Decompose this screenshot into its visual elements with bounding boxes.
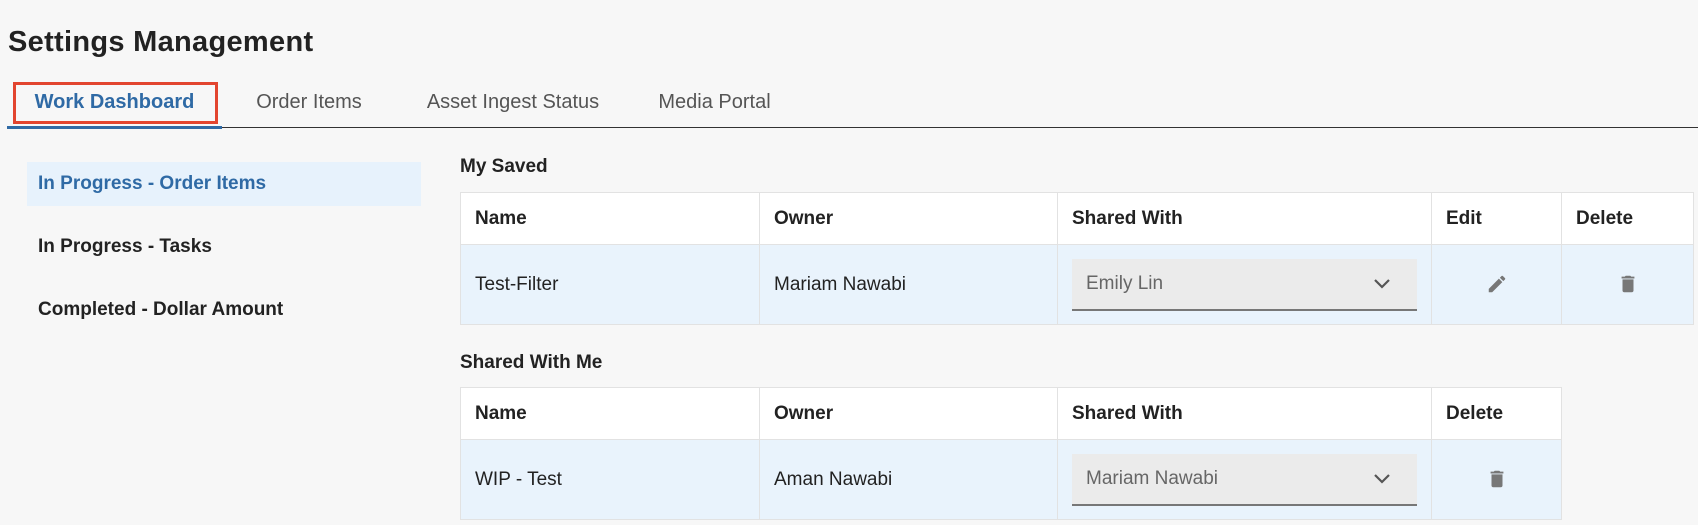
sidebar-item-in-progress-tasks[interactable]: In Progress - Tasks [27,225,421,269]
column-header-name: Name [460,192,760,245]
row-delete-cell [1561,244,1694,325]
tab-bar: Work Dashboard Order Items Asset Ingest … [7,82,1698,129]
row-shared-with-cell: Emily Lin [1057,244,1432,325]
table-row: Test-Filter Mariam Nawabi Emily Lin [460,244,1694,325]
column-header-owner: Owner [759,387,1058,440]
row-shared-with-cell: Mariam Nawabi [1057,439,1432,520]
sidebar-item-in-progress-order-items[interactable]: In Progress - Order Items [27,162,421,206]
shared-with-me-title: Shared With Me [460,352,603,373]
trash-icon[interactable] [1617,273,1639,295]
my-saved-title: My Saved [460,156,548,177]
column-header-name: Name [460,387,760,440]
dropdown-value: Mariam Nawabi [1086,467,1218,489]
table-row: WIP - Test Aman Nawabi Mariam Nawabi [460,439,1562,520]
table-header-row: Name Owner Shared With Delete [460,387,1562,440]
row-owner: Mariam Nawabi [759,244,1058,325]
pencil-icon[interactable] [1486,273,1508,295]
sidebar-item-label: In Progress - Tasks [38,236,212,257]
dropdown-value: Emily Lin [1086,272,1164,294]
trash-icon[interactable] [1486,468,1508,490]
sidebar-item-label: In Progress - Order Items [38,173,267,194]
column-header-delete: Delete [1431,387,1562,440]
tab-label: Work Dashboard [34,91,195,113]
tab-label: Media Portal [658,91,771,113]
sidebar: In Progress - Order Items In Progress - … [27,162,421,351]
column-header-shared-with: Shared With [1057,192,1432,245]
shared-with-dropdown[interactable]: Emily Lin [1072,258,1417,311]
column-header-shared-with: Shared With [1057,387,1432,440]
sidebar-item-completed-dollar-amount[interactable]: Completed - Dollar Amount [27,288,421,332]
my-saved-table: Name Owner Shared With Edit Delete Test-… [460,192,1694,325]
page-title: Settings Management [8,26,314,58]
row-name: WIP - Test [460,439,760,520]
row-name: Test-Filter [460,244,760,325]
column-header-delete: Delete [1561,192,1694,245]
active-tab-indicator [7,126,222,129]
column-header-edit: Edit [1431,192,1562,245]
chevron-down-icon [1374,473,1390,484]
tab-media-portal[interactable]: Media Portal [637,82,792,128]
tab-label: Asset Ingest Status [426,91,600,113]
row-delete-cell [1431,439,1562,520]
shared-with-me-table: Name Owner Shared With Delete WIP - Test… [460,387,1562,520]
table-header-row: Name Owner Shared With Edit Delete [460,192,1694,245]
sidebar-item-label: Completed - Dollar Amount [38,299,284,320]
row-owner: Aman Nawabi [759,439,1058,520]
shared-with-dropdown[interactable]: Mariam Nawabi [1072,453,1417,506]
tab-order-items[interactable]: Order Items [229,82,389,128]
tab-label: Order Items [256,91,362,113]
tab-asset-ingest-status[interactable]: Asset Ingest Status [404,82,622,128]
row-edit-cell [1431,244,1562,325]
tab-work-dashboard[interactable]: Work Dashboard [7,82,222,129]
column-header-owner: Owner [759,192,1058,245]
chevron-down-icon [1374,278,1390,289]
